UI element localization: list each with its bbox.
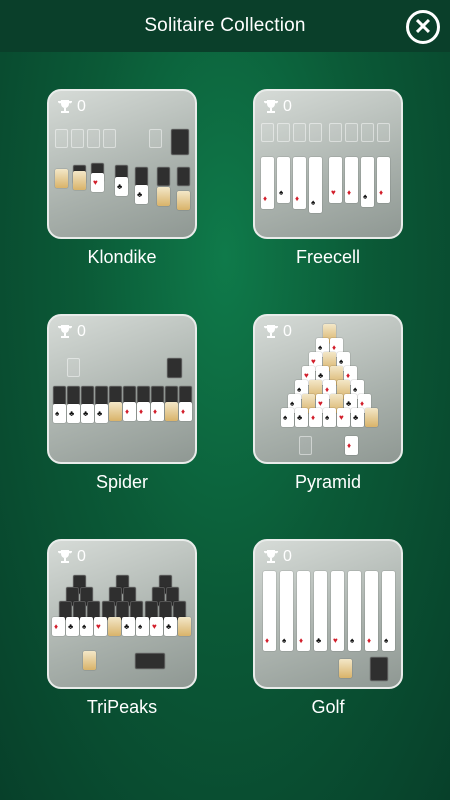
score-badge: 0: [57, 98, 86, 116]
game-tile-spider[interactable]: 0 ♠ ♣ ♣ ♣ ♦ ♦ ♦ ♦ Spider: [47, 314, 197, 493]
spider-thumbnail[interactable]: 0 ♠ ♣ ♣ ♣ ♦ ♦ ♦ ♦: [47, 314, 197, 464]
game-tile-pyramid[interactable]: 0 ♠ ♦ ♥ ♠ ♥ ♣ ♦ ♠ ♦ ♠ ♠ ♥ ♣ ♦ ♠ ♣ ♦ ♠ ♥ …: [253, 314, 403, 493]
game-name[interactable]: Pyramid: [253, 472, 403, 493]
pyramid-thumbnail[interactable]: 0 ♠ ♦ ♥ ♠ ♥ ♣ ♦ ♠ ♦ ♠ ♠ ♥ ♣ ♦ ♠ ♣ ♦ ♠ ♥ …: [253, 314, 403, 464]
score-badge: 0: [263, 548, 292, 566]
score-badge: 0: [57, 323, 86, 341]
score-value: 0: [283, 323, 292, 340]
score-badge: 0: [263, 323, 292, 341]
trophy-icon: [264, 100, 278, 113]
score-badge: 0: [263, 98, 292, 116]
game-name[interactable]: Freecell: [253, 247, 403, 268]
page-title: Solitaire Collection: [144, 15, 306, 36]
game-name[interactable]: Klondike: [47, 247, 197, 268]
score-value: 0: [283, 98, 292, 115]
close-button[interactable]: ✕: [406, 10, 440, 44]
close-icon: ✕: [413, 14, 433, 39]
score-badge: 0: [57, 548, 86, 566]
game-tile-klondike[interactable]: 0 ♥ ♣ ♣ Klondike: [47, 89, 197, 268]
game-tile-golf[interactable]: 0 ♦ ♠ ♦ ♣ ♥ ♠ ♦ ♠ Golf: [253, 539, 403, 718]
golf-thumbnail[interactable]: 0 ♦ ♠ ♦ ♣ ♥ ♠ ♦ ♠: [253, 539, 403, 689]
score-value: 0: [283, 548, 292, 565]
score-value: 0: [77, 98, 86, 115]
game-name[interactable]: Golf: [253, 697, 403, 718]
freecell-thumbnail[interactable]: 0 ♦ ♠ ♦ ♠ ♥ ♦ ♠ ♦: [253, 89, 403, 239]
score-value: 0: [77, 548, 86, 565]
trophy-icon: [58, 100, 72, 113]
score-value: 0: [77, 323, 86, 340]
trophy-icon: [58, 325, 72, 338]
trophy-icon: [264, 550, 278, 563]
klondike-thumbnail[interactable]: 0 ♥ ♣ ♣: [47, 89, 197, 239]
game-tile-tripeaks[interactable]: 0 ♦ ♣ ♠ ♥ ♣ ♠ ♥ ♣ TriPeaks: [47, 539, 197, 718]
tripeaks-thumbnail[interactable]: 0 ♦ ♣ ♠ ♥ ♣ ♠ ♥ ♣: [47, 539, 197, 689]
game-tile-freecell[interactable]: 0 ♦ ♠ ♦ ♠ ♥ ♦ ♠ ♦ Freecell: [253, 89, 403, 268]
trophy-icon: [264, 325, 278, 338]
trophy-icon: [58, 550, 72, 563]
top-bar: Solitaire Collection ✕: [0, 0, 450, 52]
game-name[interactable]: Spider: [47, 472, 197, 493]
game-name[interactable]: TriPeaks: [47, 697, 197, 718]
